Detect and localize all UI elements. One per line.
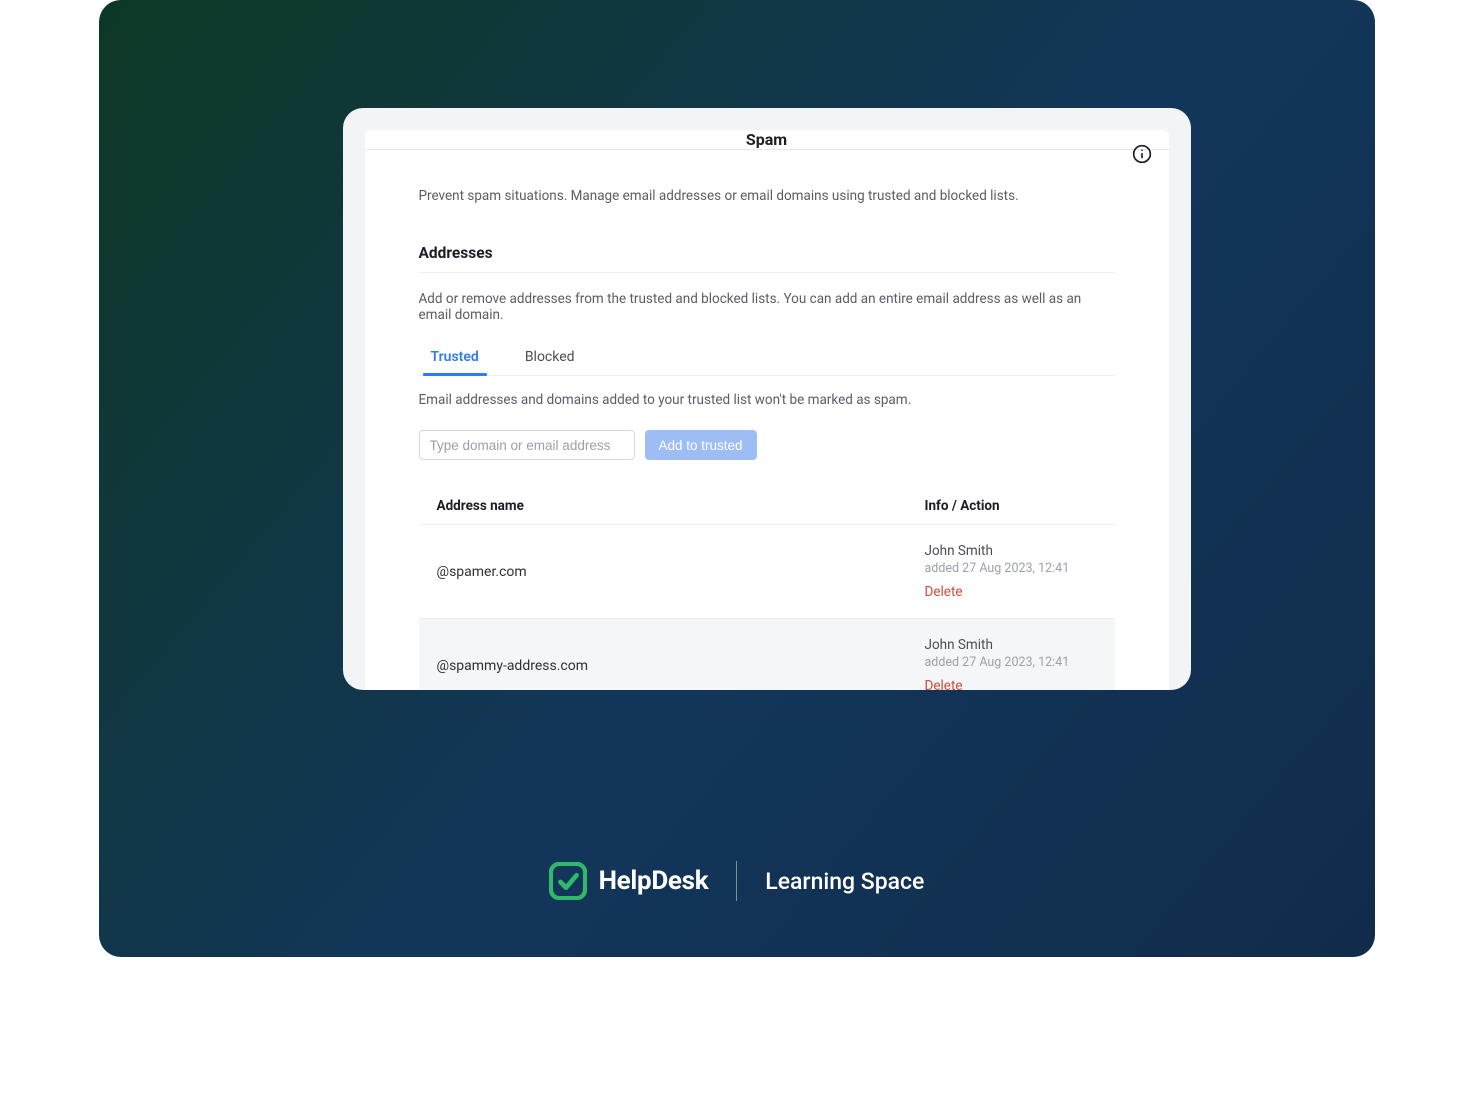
- table-header: Address name Info / Action: [419, 488, 1115, 525]
- tab-blocked[interactable]: Blocked: [523, 349, 577, 375]
- settings-card: Spam Prevent spam situations. Manage ema…: [343, 108, 1191, 690]
- address-cell: @spammy-address.com: [437, 658, 925, 674]
- address-cell: @spamer.com: [437, 564, 925, 580]
- address-table: Address name Info / Action @spamer.com J…: [419, 488, 1115, 690]
- add-address-row: Add to trusted: [419, 430, 1115, 460]
- stage-background: Spam Prevent spam situations. Manage ema…: [99, 0, 1375, 957]
- delete-button[interactable]: Delete: [925, 678, 963, 690]
- info-cell: John Smith added 27 Aug 2023, 12:41 Dele…: [925, 637, 1115, 690]
- add-to-trusted-button[interactable]: Add to trusted: [645, 430, 757, 460]
- address-tabs: Trusted Blocked: [419, 349, 1115, 376]
- address-input[interactable]: [419, 430, 635, 460]
- added-by: John Smith: [925, 543, 1115, 559]
- lead-text: Prevent spam situations. Manage email ad…: [419, 188, 1115, 204]
- table-row: @spamer.com John Smith added 27 Aug 2023…: [419, 525, 1115, 619]
- info-icon[interactable]: [1131, 143, 1153, 165]
- added-when: added 27 Aug 2023, 12:41: [925, 655, 1115, 670]
- brand-name: HelpDesk: [599, 866, 709, 896]
- settings-panel: Spam Prevent spam situations. Manage ema…: [365, 130, 1169, 690]
- delete-button[interactable]: Delete: [925, 584, 963, 600]
- footer-divider: [736, 861, 737, 901]
- added-by: John Smith: [925, 637, 1115, 653]
- addresses-subtext: Add or remove addresses from the trusted…: [419, 291, 1115, 323]
- col-address-name: Address name: [437, 498, 925, 514]
- info-cell: John Smith added 27 Aug 2023, 12:41 Dele…: [925, 543, 1115, 600]
- footer: HelpDesk Learning Space: [99, 861, 1375, 901]
- panel-body: Prevent spam situations. Manage email ad…: [365, 150, 1169, 690]
- tab-trusted[interactable]: Trusted: [429, 349, 481, 375]
- trusted-tab-description: Email addresses and domains added to you…: [419, 392, 1115, 408]
- panel-header: Spam: [365, 130, 1169, 150]
- col-info-action: Info / Action: [925, 498, 1115, 514]
- page-title: Spam: [746, 130, 787, 149]
- helpdesk-logo-icon: [549, 862, 587, 900]
- table-row: @spammy-address.com John Smith added 27 …: [419, 619, 1115, 690]
- learning-space-label: Learning Space: [765, 868, 924, 895]
- addresses-heading: Addresses: [419, 244, 1115, 273]
- helpdesk-brand: HelpDesk: [549, 862, 709, 900]
- added-when: added 27 Aug 2023, 12:41: [925, 561, 1115, 576]
